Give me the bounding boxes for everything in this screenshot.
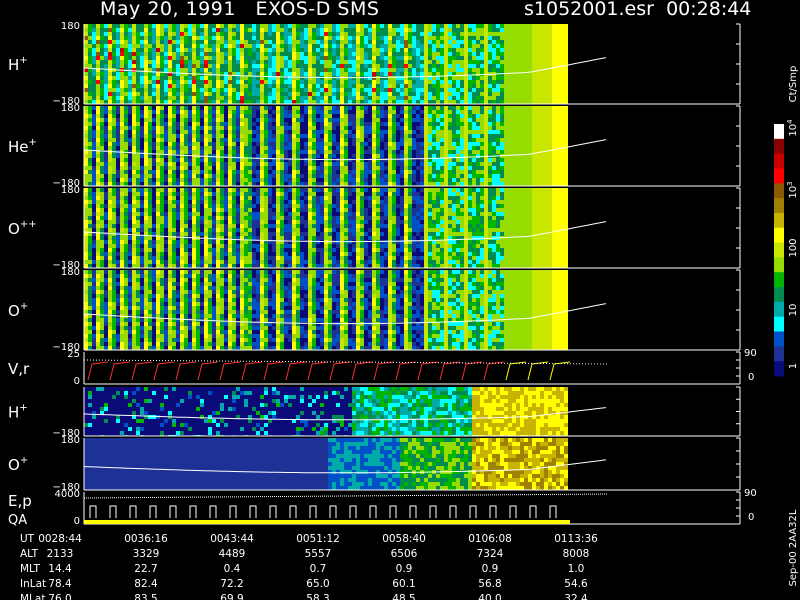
panel-label: H+ bbox=[8, 55, 28, 74]
table-cell: 0113:36 bbox=[554, 533, 598, 545]
table-cell: 56.8 bbox=[478, 578, 501, 590]
right-tick-top: 90 bbox=[744, 348, 757, 359]
tick-bottom: 0 bbox=[74, 516, 80, 527]
panel-label-3: O+180−180 bbox=[8, 267, 80, 353]
colorbar-tick: 10 bbox=[788, 304, 799, 317]
panel-label: V,r bbox=[8, 360, 30, 378]
panel-label-2: O++180−180 bbox=[8, 185, 80, 271]
table-cell: 5557 bbox=[305, 548, 332, 560]
right-tick-top: 90 bbox=[744, 488, 757, 499]
table-cell: 0028:44 bbox=[38, 533, 82, 545]
table-cell: 65.0 bbox=[306, 578, 329, 590]
tick-top: 4000 bbox=[55, 489, 80, 500]
table-cell: 32.4 bbox=[564, 593, 588, 600]
tick-top: 25 bbox=[67, 349, 80, 360]
side-label: Sep-00 2AA32L bbox=[788, 509, 799, 586]
right-tick-bottom: 0 bbox=[748, 512, 754, 523]
table-cell: 0.9 bbox=[482, 563, 499, 575]
table-cell: 7324 bbox=[477, 548, 504, 560]
table-cell: 69.9 bbox=[220, 593, 243, 600]
tick-top: 180 bbox=[61, 267, 80, 278]
colorbar-tick: 1 bbox=[788, 363, 799, 369]
table-cell: 60.1 bbox=[392, 578, 415, 590]
panel-label: O+ bbox=[8, 301, 28, 320]
table-cell: 0043:44 bbox=[210, 533, 254, 545]
table-cell: 4489 bbox=[219, 548, 246, 560]
table-cell: 72.2 bbox=[220, 578, 243, 590]
table-cell: 2133 bbox=[47, 548, 74, 560]
tick-top: 180 bbox=[61, 435, 80, 446]
panel-label-4: V,r 25 0 90 0 bbox=[8, 348, 757, 387]
ephemeris-table: UT 0028:44 0036:16 0043:44 0051:12 0058:40 010… bbox=[20, 533, 598, 600]
colorbar-tick: 100 bbox=[788, 238, 799, 257]
table-cell: 8008 bbox=[563, 548, 590, 560]
panel-label: He+ bbox=[8, 137, 37, 156]
colorbar-unit: Ct/Smp bbox=[788, 66, 799, 103]
table-row-label: UT bbox=[20, 533, 35, 545]
colorbar-tick: 103 bbox=[786, 181, 799, 198]
colorbar-tick: 104 bbox=[786, 119, 799, 137]
table-cell: 14.4 bbox=[48, 563, 72, 575]
table-cell: 48.5 bbox=[392, 593, 415, 600]
table-cell: 76.0 bbox=[48, 593, 71, 600]
table-cell: 1.0 bbox=[568, 563, 585, 575]
panel-label-0: H+180−180 bbox=[8, 21, 80, 107]
table-cell: 3329 bbox=[133, 548, 160, 560]
table-cell: 0.9 bbox=[396, 563, 413, 575]
tick-bottom: 0 bbox=[74, 376, 80, 387]
table-cell: 82.4 bbox=[134, 578, 158, 590]
colorbar: 104 103 100 10 1 Ct/Smp bbox=[774, 66, 799, 377]
panel-label: O+ bbox=[8, 455, 28, 474]
tick-top: 180 bbox=[61, 103, 80, 114]
table-cell: 0.4 bbox=[224, 563, 241, 575]
tick-top: 180 bbox=[61, 185, 80, 196]
panel-label: H+ bbox=[8, 403, 28, 422]
table-cell: 40.0 bbox=[478, 593, 501, 600]
table-row-label: MLat bbox=[20, 593, 45, 600]
table-cell: 54.6 bbox=[564, 578, 588, 590]
panel-label-5: H+−180 bbox=[8, 403, 80, 440]
table-cell: 0106:08 bbox=[468, 533, 512, 545]
panel-label-6: O+180−180 bbox=[8, 435, 80, 493]
panel-label-qa: QA bbox=[8, 513, 27, 528]
table-row-label: MLT bbox=[20, 563, 40, 575]
table-row-label: ALT bbox=[20, 548, 39, 560]
table-cell: 0036:16 bbox=[124, 533, 168, 545]
right-tick-bottom: 0 bbox=[748, 372, 754, 383]
table-cell: 0.7 bbox=[310, 563, 327, 575]
table-row-label: InLat bbox=[20, 578, 46, 590]
table-cell: 78.4 bbox=[48, 578, 72, 590]
table-cell: 0051:12 bbox=[296, 533, 340, 545]
table-cell: 6506 bbox=[391, 548, 418, 560]
spectrogram-figure: H+180−180He+180−180O++180−180O+180−180V,… bbox=[8, 21, 799, 600]
table-cell: 83.5 bbox=[134, 593, 157, 600]
vr-sawtooth bbox=[83, 359, 609, 381]
table-cell: 22.7 bbox=[134, 563, 157, 575]
ep-steps bbox=[83, 493, 609, 524]
table-cell: 58.3 bbox=[306, 593, 329, 600]
panel-label: O++ bbox=[8, 219, 37, 238]
panel-label: E,p bbox=[8, 492, 32, 510]
tick-top: 180 bbox=[61, 21, 80, 32]
panel-label-1: He+180−180 bbox=[8, 103, 80, 189]
table-cell: 0058:40 bbox=[382, 533, 426, 545]
